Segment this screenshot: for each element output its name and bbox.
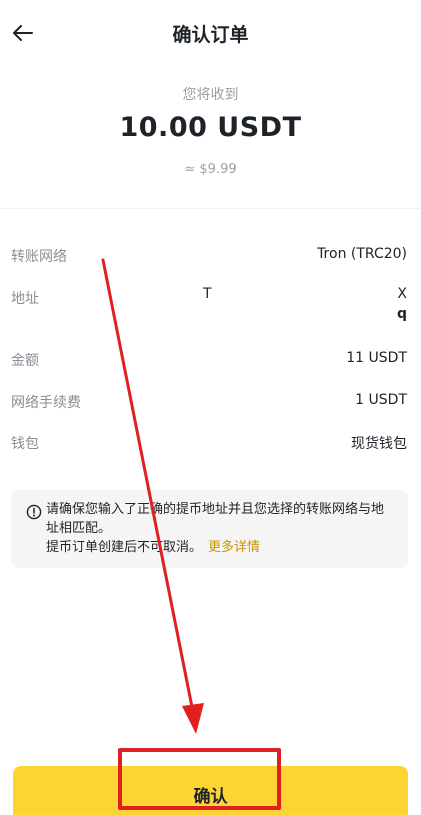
address-redaction (213, 282, 391, 324)
info-circle-icon (26, 504, 42, 520)
page-title: 确认订单 (172, 24, 249, 46)
fee-label: 网络手续费 (11, 395, 81, 411)
fee-value: 1 USDT (355, 392, 407, 408)
warning-notice: 请确保您输入了正确的提币地址并且您选择的转账网络与地址相匹配。 提币订单创建后不… (11, 490, 408, 568)
annotation-highlight-box (118, 748, 281, 810)
network-value: Tron (TRC20) (317, 246, 407, 262)
address-end: X (397, 286, 407, 302)
receive-approx-value: ≈ $9.99 (184, 162, 237, 177)
amount-value: 11 USDT (346, 350, 407, 366)
notice-text-line1: 请确保您输入了正确的提币地址并且您选择的转账网络与地址相匹配。 (46, 502, 385, 536)
address-label: 地址 (11, 291, 39, 307)
wallet-label: 钱包 (11, 436, 39, 452)
wallet-value: 现货钱包 (351, 436, 407, 452)
amount-label: 金额 (11, 353, 39, 369)
header: 确认订单 (0, 0, 421, 68)
address-line2: q (396, 306, 407, 322)
address-start: T (203, 286, 212, 302)
receive-label: 您将收到 (182, 87, 239, 103)
section-divider (0, 208, 421, 209)
receive-amount: 10.00 USDT (119, 112, 302, 143)
network-label: 转账网络 (11, 249, 67, 265)
more-details-link[interactable]: 更多详情 (208, 540, 260, 555)
notice-text-line2: 提币订单创建后不可取消。 (46, 540, 203, 555)
